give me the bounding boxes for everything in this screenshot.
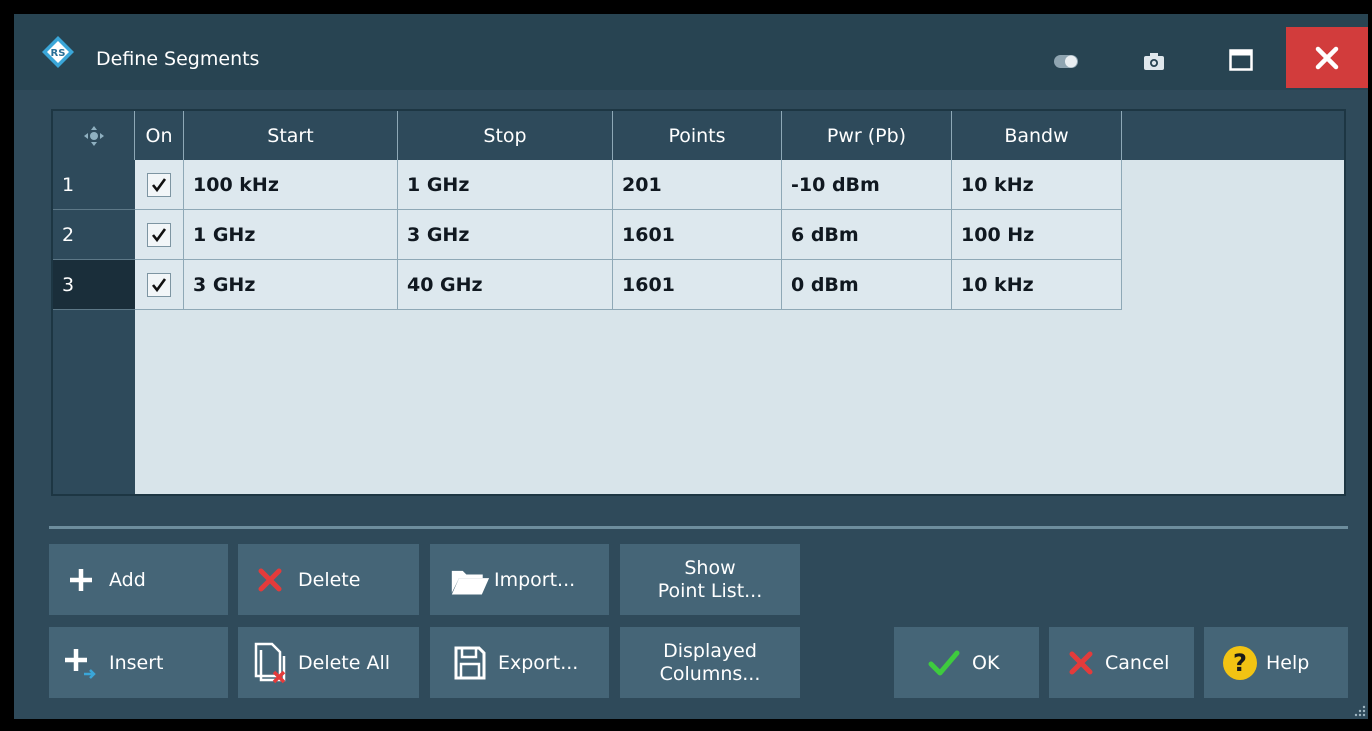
export-button[interactable]: Export... — [430, 627, 609, 698]
import-button[interactable]: Import... — [430, 544, 609, 615]
cell-bandw[interactable]: 10 kHz — [952, 160, 1122, 210]
toggle-icon[interactable] — [1053, 54, 1079, 69]
move-icon — [83, 125, 104, 146]
displayed-columns-label-1: Displayed — [663, 639, 757, 662]
insert-icon — [65, 648, 96, 679]
row-index[interactable]: 1 — [53, 160, 135, 210]
cancel-label: Cancel — [1105, 651, 1170, 674]
cell-stop[interactable]: 40 GHz — [398, 260, 613, 310]
folder-open-icon — [451, 570, 490, 595]
cell-points[interactable]: 201 — [613, 160, 782, 210]
cell-bandw[interactable]: 100 Hz — [952, 210, 1122, 260]
cell-pwr[interactable]: 0 dBm — [782, 260, 952, 310]
plus-icon — [70, 568, 92, 591]
svg-text:?: ? — [1233, 649, 1247, 677]
col-header-pwr[interactable]: Pwr (Pb) — [782, 111, 952, 160]
add-label: Add — [109, 568, 146, 591]
row-index-column: 1 2 3 — [53, 160, 135, 494]
ok-label: OK — [972, 651, 1000, 674]
help-button[interactable]: ? Help — [1204, 627, 1348, 698]
checkmark-icon — [151, 277, 167, 292]
cell-pwr[interactable]: 6 dBm — [782, 210, 952, 260]
cancel-x-icon — [1069, 651, 1093, 674]
insert-label: Insert — [109, 651, 164, 674]
cell-points[interactable]: 1601 — [613, 210, 782, 260]
maximize-icon[interactable] — [1229, 49, 1253, 71]
cancel-button[interactable]: Cancel — [1049, 627, 1194, 698]
separator — [49, 526, 1348, 529]
cell-pwr[interactable]: -10 dBm — [782, 160, 952, 210]
row-index[interactable]: 2 — [53, 210, 135, 260]
save-icon — [454, 646, 486, 679]
cell-start[interactable]: 1 GHz — [184, 210, 398, 260]
help-label: Help — [1266, 651, 1310, 674]
show-point-list-button[interactable]: Show Point List... — [620, 544, 800, 615]
cell-stop[interactable]: 1 GHz — [398, 160, 613, 210]
checkmark-icon — [928, 650, 960, 675]
cell-start[interactable]: 100 kHz — [184, 160, 398, 210]
row-index[interactable]: 3 — [53, 260, 135, 310]
col-header-stop[interactable]: Stop — [398, 111, 613, 160]
checkmark-icon — [151, 227, 167, 242]
show-point-list-label-1: Show — [684, 556, 736, 579]
displayed-columns-button[interactable]: Displayed Columns... — [620, 627, 800, 698]
cell-points[interactable]: 1601 — [613, 260, 782, 310]
define-segments-dialog: RS Define Segments On Start Stop Points … — [14, 14, 1368, 719]
export-label: Export... — [498, 651, 579, 674]
add-button[interactable]: Add — [49, 544, 228, 615]
title-bar: RS Define Segments — [14, 14, 1368, 90]
app-logo-icon: RS — [42, 36, 74, 68]
cell-bandw[interactable]: 10 kHz — [952, 260, 1122, 310]
resize-grip-icon[interactable] — [1352, 703, 1366, 717]
ok-button[interactable]: OK — [894, 627, 1039, 698]
help-icon: ? — [1223, 645, 1257, 680]
displayed-columns-label-2: Columns... — [659, 662, 761, 685]
camera-icon[interactable] — [1143, 51, 1165, 71]
col-header-on[interactable]: On — [135, 111, 184, 160]
show-point-list-label-2: Point List... — [657, 579, 763, 602]
move-handle[interactable] — [53, 111, 135, 160]
col-header-bandw[interactable]: Bandw — [952, 111, 1122, 160]
close-icon — [1315, 46, 1339, 69]
on-checkbox[interactable] — [135, 260, 184, 310]
cell-start[interactable]: 3 GHz — [184, 260, 398, 310]
window-title: Define Segments — [96, 48, 260, 70]
checkmark-icon — [151, 177, 167, 192]
delete-label: Delete — [298, 568, 361, 591]
insert-button[interactable]: Insert — [49, 627, 228, 698]
svg-text:RS: RS — [51, 48, 66, 59]
import-label: Import... — [494, 568, 576, 591]
segments-table: On Start Stop Points Pwr (Pb) Bandw 1 2 … — [51, 109, 1346, 496]
table-header: On Start Stop Points Pwr (Pb) Bandw — [53, 111, 1344, 160]
col-header-points[interactable]: Points — [613, 111, 782, 160]
on-checkbox[interactable] — [135, 210, 184, 260]
delete-all-label: Delete All — [298, 651, 391, 674]
close-button[interactable] — [1286, 27, 1368, 88]
delete-all-icon — [254, 642, 286, 683]
cell-stop[interactable]: 3 GHz — [398, 210, 613, 260]
on-checkbox[interactable] — [135, 160, 184, 210]
delete-x-icon — [258, 568, 282, 591]
col-header-start[interactable]: Start — [184, 111, 398, 160]
delete-button[interactable]: Delete — [238, 544, 419, 615]
delete-all-button[interactable]: Delete All — [238, 627, 419, 698]
